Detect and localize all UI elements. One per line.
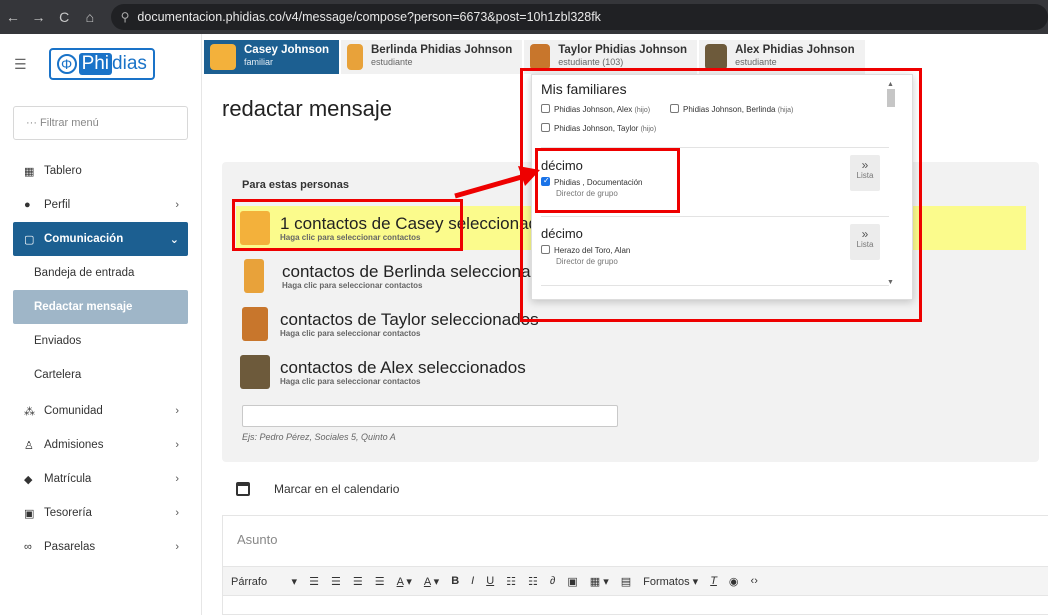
annotation-arrow [454,166,540,199]
